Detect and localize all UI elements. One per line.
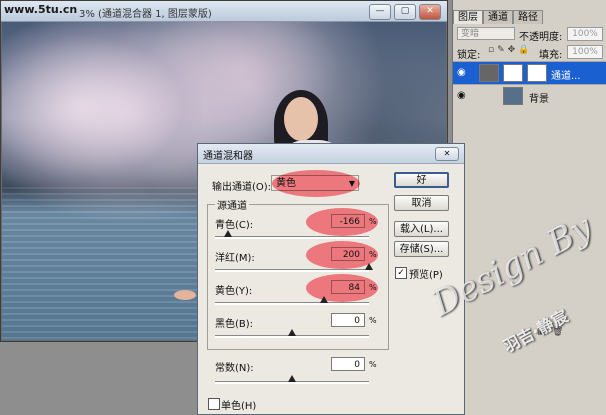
magenta-unit: % <box>369 250 377 259</box>
document-title-bar[interactable]: www.5tu.cn 3% (通道混合器 1, 图层蒙版) — ▢ ✕ <box>1 1 447 22</box>
yellow-unit: % <box>369 283 377 292</box>
close-button[interactable]: ✕ <box>419 4 441 20</box>
eye-icon[interactable]: ◉ <box>457 67 466 78</box>
load-button[interactable]: 载入(L)... <box>394 221 449 237</box>
lock-pixels-icon[interactable]: ✎ <box>497 45 505 55</box>
save-button[interactable]: 存储(S)... <box>394 241 449 257</box>
tab-layers[interactable]: 图层 <box>453 10 483 24</box>
constant-label: 常数(N): <box>215 363 254 374</box>
layer-row[interactable]: ◉ 通道... <box>453 61 606 84</box>
lock-all-icon[interactable]: 🔒 <box>518 45 529 55</box>
fill-label: 填充: <box>539 50 563 61</box>
opacity-field[interactable]: 100% <box>567 27 603 41</box>
mask-thumbnail <box>503 64 523 82</box>
output-channel-label: 输出通道(O): <box>212 182 272 193</box>
tab-channels[interactable]: 通道 <box>483 10 513 24</box>
dialog-title-bar[interactable]: 通道混和器 ✕ <box>198 144 464 164</box>
cyan-slider-knob[interactable] <box>224 230 233 237</box>
lock-position-icon[interactable]: ✥ <box>508 45 516 55</box>
source-channels-title: 源通道 <box>215 197 249 212</box>
tab-paths[interactable]: 路径 <box>513 10 543 24</box>
ok-button[interactable]: 好 <box>394 172 449 188</box>
magenta-slider-knob[interactable] <box>365 263 373 270</box>
eye-icon[interactable]: ◉ <box>457 90 466 101</box>
maximize-button[interactable]: ▢ <box>394 4 416 20</box>
monochrome-label: 单色(H) <box>221 401 257 412</box>
preview-label: 预览(P) <box>409 270 443 281</box>
magenta-input[interactable]: 200 <box>331 247 365 261</box>
black-label: 黑色(B): <box>215 319 254 330</box>
layer-thumbnail <box>503 87 523 105</box>
cyan-input[interactable]: -166 <box>331 214 365 228</box>
opacity-label: 不透明度: <box>519 32 563 43</box>
minimize-button[interactable]: — <box>369 4 391 20</box>
lock-label: 锁定: <box>457 50 481 61</box>
constant-input[interactable]: 0 <box>331 357 365 371</box>
fill-field[interactable]: 100% <box>567 45 603 59</box>
yellow-label: 黄色(Y): <box>215 286 253 297</box>
document-title: 3% (通道混合器 1, 图层蒙版) <box>79 9 212 20</box>
black-input[interactable]: 0 <box>331 313 365 327</box>
cyan-slider-track[interactable] <box>215 236 369 239</box>
constant-slider-knob[interactable] <box>288 375 296 382</box>
cyan-unit: % <box>369 217 377 226</box>
chevron-down-icon: ▼ <box>348 179 355 188</box>
adjustment-thumbnail <box>479 64 499 82</box>
lock-transparency-icon[interactable]: ▫ <box>488 45 494 55</box>
yellow-slider-knob[interactable] <box>320 296 329 303</box>
output-channel-select[interactable]: 黄色 ▼ <box>271 175 359 191</box>
yellow-input[interactable]: 84 <box>331 280 365 294</box>
magenta-label: 洋红(M): <box>215 253 255 264</box>
layers-panel: 图层 通道 路径 变暗 不透明度: 100% 锁定: ▫ ✎ ✥ 🔒 填充: 1… <box>452 0 606 415</box>
output-channel-value: 黄色 <box>276 178 296 189</box>
mask-thumbnail <box>527 64 547 82</box>
layer-row[interactable]: ◉ 背景 <box>453 84 606 107</box>
yellow-slider-track[interactable] <box>215 302 369 305</box>
constant-unit: % <box>369 360 377 369</box>
preview-checkbox[interactable]: ✓ <box>395 267 407 279</box>
dialog-title: 通道混和器 <box>203 151 253 162</box>
black-slider-knob[interactable] <box>288 329 296 336</box>
subject-face <box>284 97 318 141</box>
magenta-slider-track[interactable] <box>215 269 369 272</box>
channel-mixer-dialog: 通道混和器 ✕ 输出通道(O): 黄色 ▼ 源通道 青色(C): -166% 洋红(… <box>197 143 465 415</box>
subject-foot <box>174 290 196 300</box>
close-icon[interactable]: ✕ <box>435 147 459 161</box>
cyan-label: 青色(C): <box>215 220 254 231</box>
black-unit: % <box>369 316 377 325</box>
site-watermark: www.5tu.cn <box>4 3 78 16</box>
cancel-button[interactable]: 取消 <box>394 195 449 211</box>
layer-name: 通道... <box>551 71 581 82</box>
layer-name: 背景 <box>529 94 549 105</box>
monochrome-checkbox[interactable] <box>208 398 220 410</box>
blend-mode-select[interactable]: 变暗 <box>457 27 515 40</box>
